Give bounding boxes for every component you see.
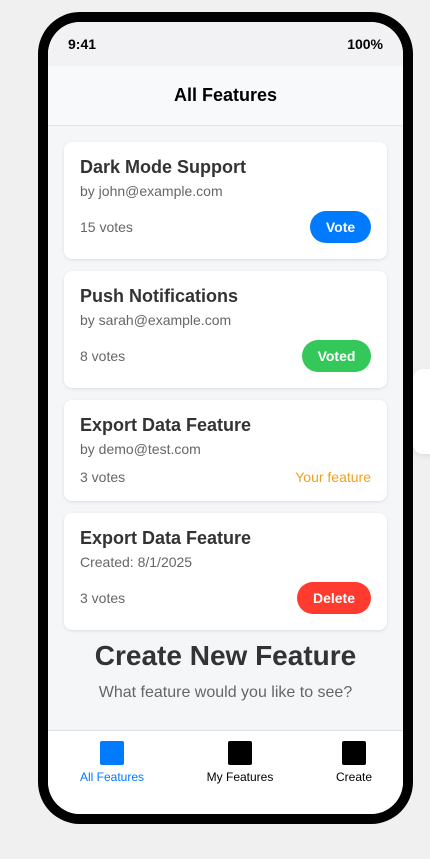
feature-title: Push Notifications (80, 286, 239, 306)
tab-my-features[interactable]: My Features (181, 731, 299, 791)
feature-card: Export Data Feature Created: 8/1/2025 3 … (64, 513, 387, 630)
create-icon (342, 741, 366, 765)
feature-title: Export Data Feature (80, 528, 252, 548)
tab-label: Create (335, 770, 373, 784)
create-section-title: Create New Feature (94, 640, 357, 671)
phone-frame: 9:41 100% All Features Dark Mode Support… (38, 12, 413, 824)
vote-count: 8 votes (80, 348, 126, 364)
feature-card: Export Data Feature by demo@test.com 3 v… (64, 400, 387, 501)
create-section-subtitle: What feature would you like to see? (98, 684, 353, 701)
status-time: 9:41 (68, 36, 97, 52)
bottom-tab-bar: All Features My Features Create (48, 730, 403, 814)
feature-author: by john@example.com (80, 183, 223, 199)
tab-create[interactable]: Create (295, 731, 403, 791)
vote-count: 15 votes (80, 219, 133, 235)
tab-label: My Features (206, 770, 274, 784)
my-features-icon (228, 741, 252, 765)
feature-title: Dark Mode Support (80, 157, 247, 177)
own-feature-label: Your feature (295, 469, 371, 485)
page-title: All Features (173, 85, 278, 105)
status-battery: 100% (347, 36, 383, 52)
feature-created-date: Created: 8/1/2025 (80, 554, 193, 570)
tab-label: All Features (79, 770, 145, 784)
delete-button[interactable]: Delete (297, 582, 371, 614)
voted-button[interactable]: Voted (302, 340, 371, 372)
all-features-icon (100, 741, 124, 765)
vote-count: 3 votes (80, 590, 126, 606)
app-screen: 9:41 100% All Features Dark Mode Support… (48, 22, 403, 814)
side-panel-handle[interactable] (413, 369, 430, 454)
feature-title: Export Data Feature (80, 415, 252, 435)
status-bar: 9:41 100% (48, 22, 403, 66)
vote-count: 3 votes (80, 469, 126, 485)
feature-author: by demo@test.com (80, 441, 201, 457)
header: All Features (48, 66, 403, 126)
feature-card: Dark Mode Support by john@example.com 15… (64, 142, 387, 259)
vote-button[interactable]: Vote (310, 211, 371, 243)
feature-author: by sarah@example.com (80, 312, 232, 328)
tab-all-features[interactable]: All Features (53, 731, 171, 791)
feature-card: Push Notifications by sarah@example.com … (64, 271, 387, 388)
